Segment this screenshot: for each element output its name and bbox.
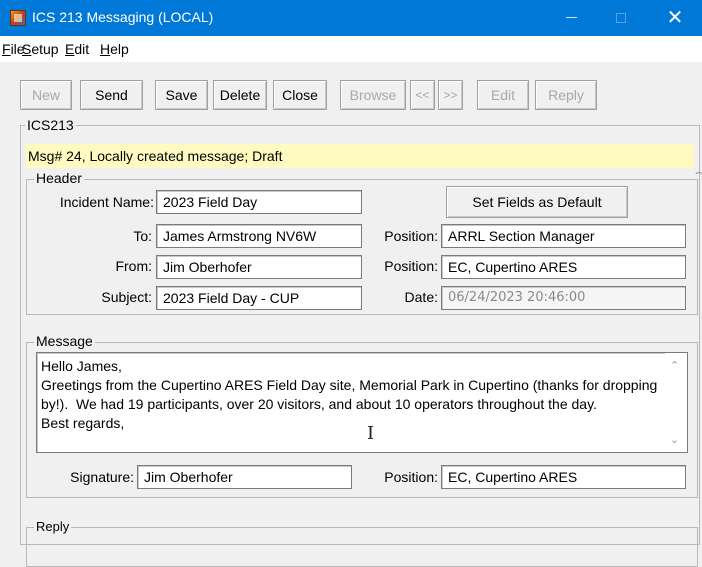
browse-button[interactable]: Browse bbox=[340, 80, 406, 110]
scroll-up-icon[interactable]: ⌃ bbox=[670, 359, 679, 372]
scroll-down-icon[interactable]: ⌄ bbox=[670, 433, 679, 446]
menu-edit-rest: dit bbox=[74, 41, 90, 57]
left-edge bbox=[0, 116, 16, 531]
signature-input[interactable]: Jim Oberhofer bbox=[137, 465, 352, 489]
minimize-icon bbox=[565, 17, 577, 19]
menu-file-accel: F bbox=[2, 41, 11, 57]
close-window-button[interactable]: ✕ bbox=[652, 0, 698, 36]
menu-help-rest: elp bbox=[110, 41, 129, 57]
minimize-button[interactable] bbox=[548, 0, 594, 36]
from-position-label: Position: bbox=[384, 258, 438, 274]
next-button[interactable]: >> bbox=[438, 80, 463, 110]
reply-group bbox=[26, 527, 698, 567]
maximize-icon bbox=[616, 12, 626, 23]
menu-edit[interactable]: Edit bbox=[65, 41, 89, 57]
signature-position-label: Position: bbox=[384, 469, 438, 485]
menu-setup-rest: etup bbox=[31, 41, 59, 57]
ics213-group-label: ICS213 bbox=[25, 117, 76, 133]
send-button[interactable]: Send bbox=[80, 80, 143, 110]
signature-label: Signature: bbox=[70, 469, 134, 485]
toolbar: New Send Save Delete Close Browse << >> … bbox=[0, 62, 702, 117]
maximize-button[interactable] bbox=[598, 0, 644, 36]
message-body-text: Hello James, Greetings from the Cupertin… bbox=[41, 358, 658, 431]
set-fields-default-button[interactable]: Set Fields as Default bbox=[446, 186, 628, 218]
menu-setup[interactable]: Setup bbox=[22, 41, 59, 57]
to-label: To: bbox=[133, 228, 152, 244]
prev-button[interactable]: << bbox=[410, 80, 435, 110]
reply-button[interactable]: Reply bbox=[535, 80, 597, 110]
from-label: From: bbox=[115, 258, 152, 274]
menu-setup-accel: S bbox=[22, 41, 32, 57]
new-button[interactable]: New bbox=[20, 80, 72, 110]
date-label: Date: bbox=[404, 289, 438, 305]
window-title: ICS 213 Messaging (LOCAL) bbox=[32, 9, 214, 25]
delete-button[interactable]: Delete bbox=[213, 80, 267, 110]
message-scrollbar[interactable]: ⌃ ⌄ bbox=[665, 353, 687, 452]
reply-group-label: Reply bbox=[34, 519, 72, 534]
app-icon[interactable] bbox=[10, 10, 26, 26]
resize-arc-icon bbox=[694, 172, 702, 182]
signature-position-input[interactable]: EC, Cupertino ARES bbox=[441, 465, 686, 489]
incident-name-label: Incident Name: bbox=[59, 194, 154, 210]
subject-input[interactable]: 2023 Field Day - CUP bbox=[156, 286, 362, 310]
to-input[interactable]: James Armstrong NV6W bbox=[156, 224, 362, 248]
message-body-textarea[interactable]: Hello James, Greetings from the Cupertin… bbox=[36, 352, 688, 453]
close-button[interactable]: Close bbox=[273, 80, 327, 110]
to-position-label: Position: bbox=[384, 228, 438, 244]
menu-bar: File Setup Edit Help bbox=[0, 36, 702, 62]
save-button[interactable]: Save bbox=[155, 80, 208, 110]
text-cursor-icon: I bbox=[367, 423, 375, 444]
edit-button[interactable]: Edit bbox=[477, 80, 529, 110]
menu-help-accel: H bbox=[100, 41, 111, 57]
from-input[interactable]: Jim Oberhofer bbox=[156, 255, 362, 279]
subject-label: Subject: bbox=[101, 289, 152, 305]
menu-edit-accel: E bbox=[65, 41, 75, 57]
title-bar[interactable]: ICS 213 Messaging (LOCAL) ✕ bbox=[0, 0, 702, 36]
header-group-label: Header bbox=[34, 170, 84, 186]
message-group-label: Message bbox=[34, 333, 95, 349]
to-position-input[interactable]: ARRL Section Manager bbox=[441, 224, 686, 248]
menu-help[interactable]: Help bbox=[100, 41, 129, 57]
date-input[interactable]: 06/24/2023 20:46:00 bbox=[441, 286, 686, 310]
message-status: Msg# 24, Locally created message; Draft bbox=[26, 144, 694, 168]
from-position-input[interactable]: EC, Cupertino ARES bbox=[441, 255, 686, 279]
incident-name-input[interactable]: 2023 Field Day bbox=[156, 190, 362, 214]
